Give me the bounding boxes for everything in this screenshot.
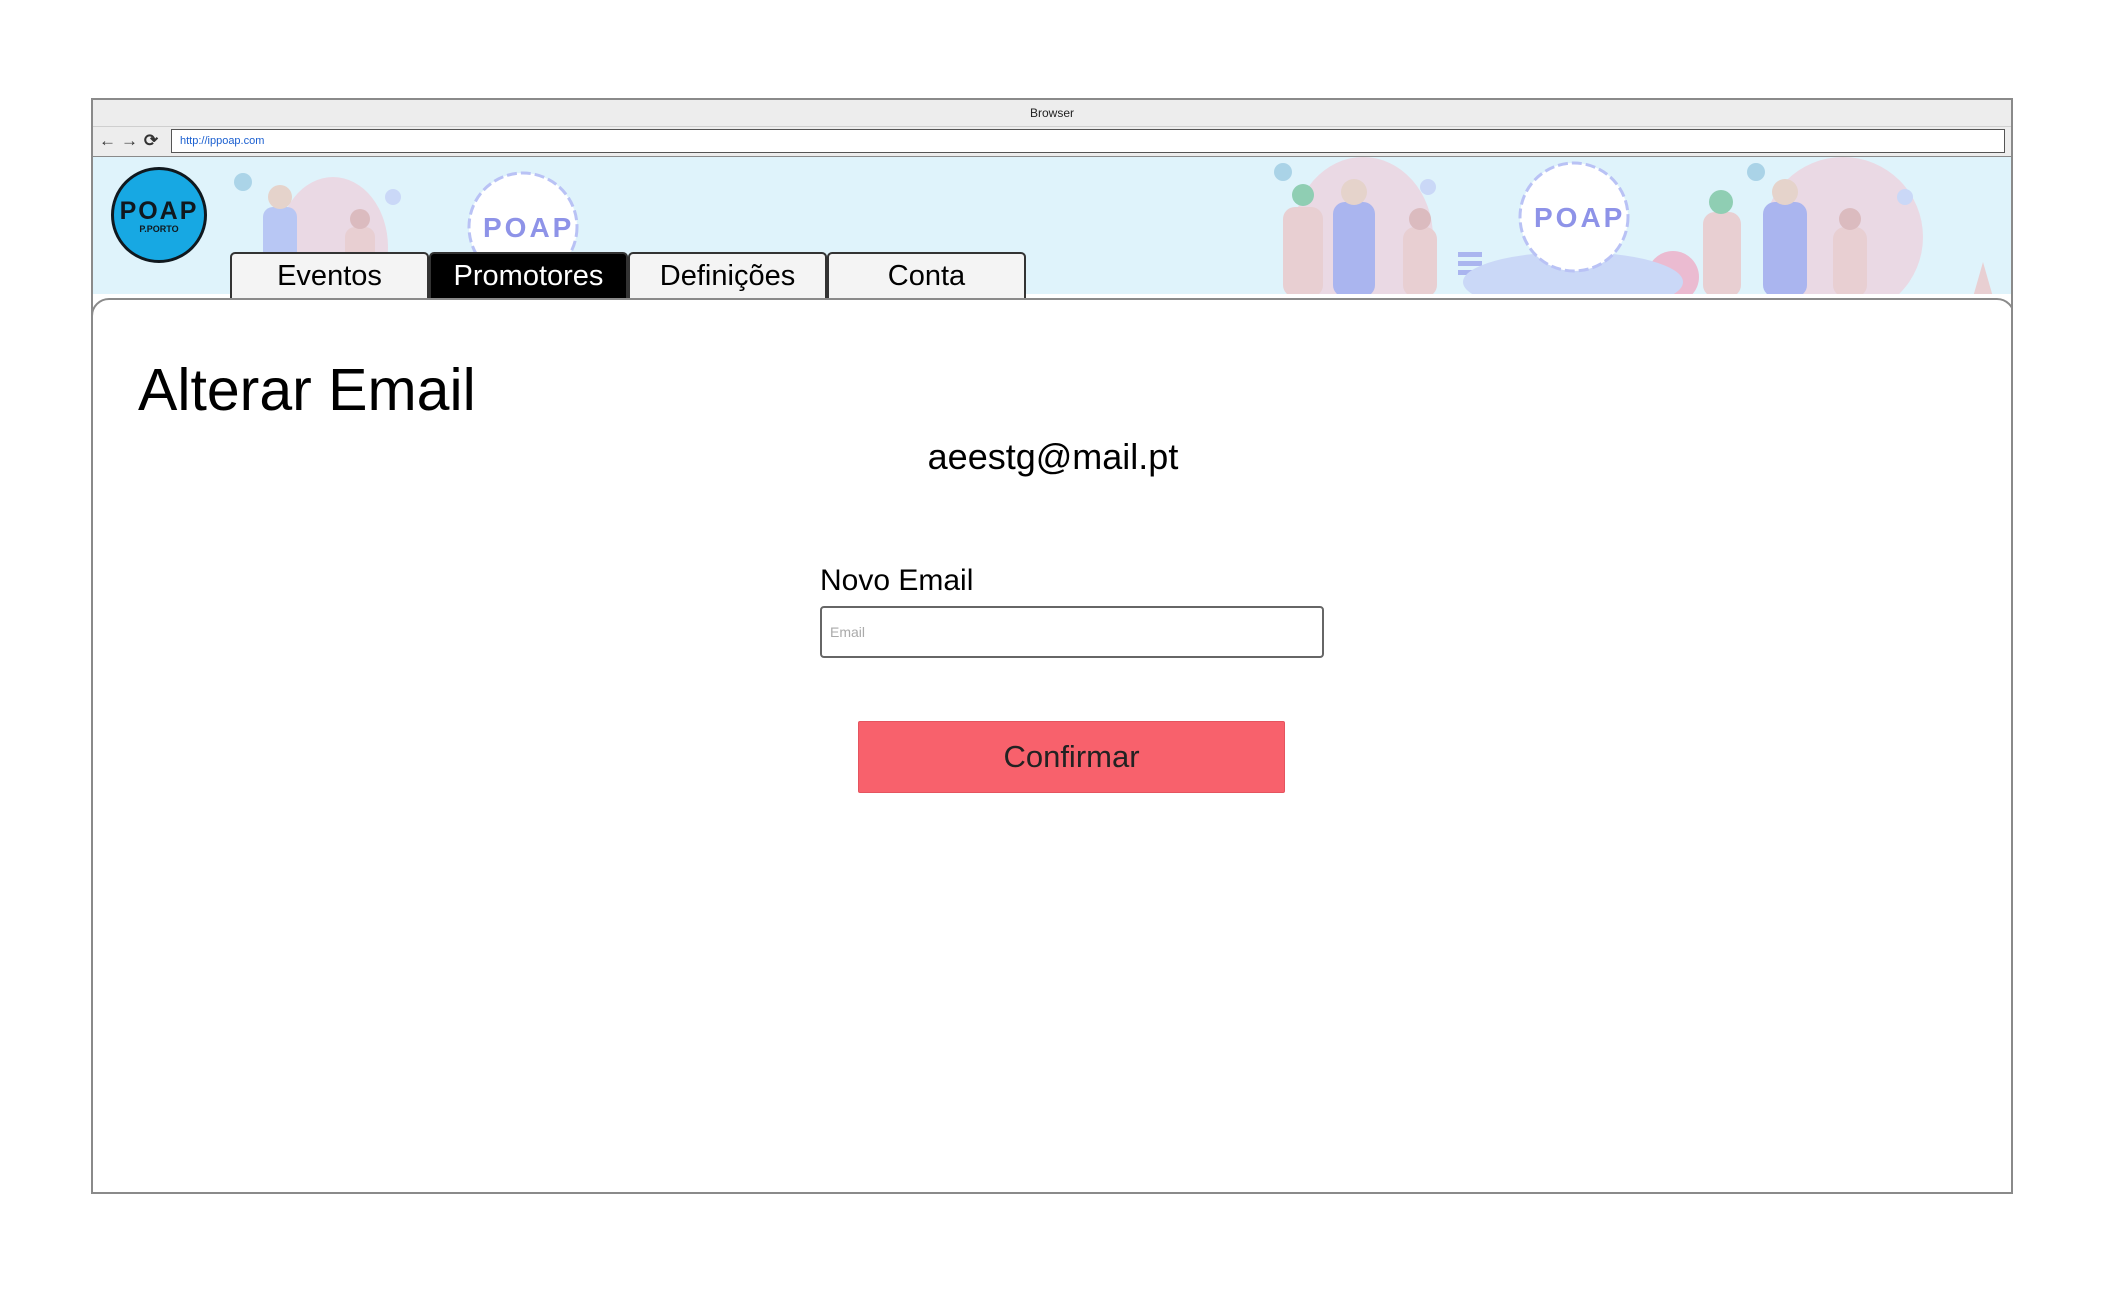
logo-main-text: POAP	[119, 197, 199, 225]
browser-window: Browser ← → ⟳ http://ippoap.com POAP POA…	[91, 98, 2013, 1194]
browser-navbar: ← → ⟳ http://ippoap.com	[93, 127, 2011, 158]
new-email-input[interactable]	[820, 606, 1324, 658]
tab-conta[interactable]: Conta	[827, 252, 1026, 298]
url-bar[interactable]: http://ippoap.com	[171, 129, 2005, 153]
tab-promotores[interactable]: Promotores	[429, 252, 628, 298]
main-content: Alterar Email aeestg@mail.pt Novo Email …	[93, 298, 2011, 1192]
tab-eventos[interactable]: Eventos	[230, 252, 429, 298]
new-email-label: Novo Email	[820, 564, 974, 597]
banner-badge-right: POAP	[1534, 202, 1626, 233]
nav-buttons: ← → ⟳	[99, 131, 159, 151]
current-email: aeestg@mail.pt	[927, 436, 1179, 477]
browser-title: Browser	[93, 100, 2011, 127]
logo-sub-text: P.PORTO	[139, 224, 179, 234]
poap-logo[interactable]: POAP P.PORTO	[111, 167, 207, 263]
main-tabs: Eventos Promotores Definições Conta	[230, 252, 1026, 298]
reload-icon[interactable]: ⟳	[143, 131, 159, 151]
confirm-button[interactable]: Confirmar	[858, 721, 1285, 793]
banner-badge-left: POAP	[483, 212, 575, 243]
arrow-right-icon[interactable]: →	[121, 131, 138, 151]
tab-definicoes[interactable]: Definições	[628, 252, 827, 298]
arrow-left-icon[interactable]: ←	[99, 131, 116, 151]
page-title: Alterar Email	[138, 357, 476, 423]
